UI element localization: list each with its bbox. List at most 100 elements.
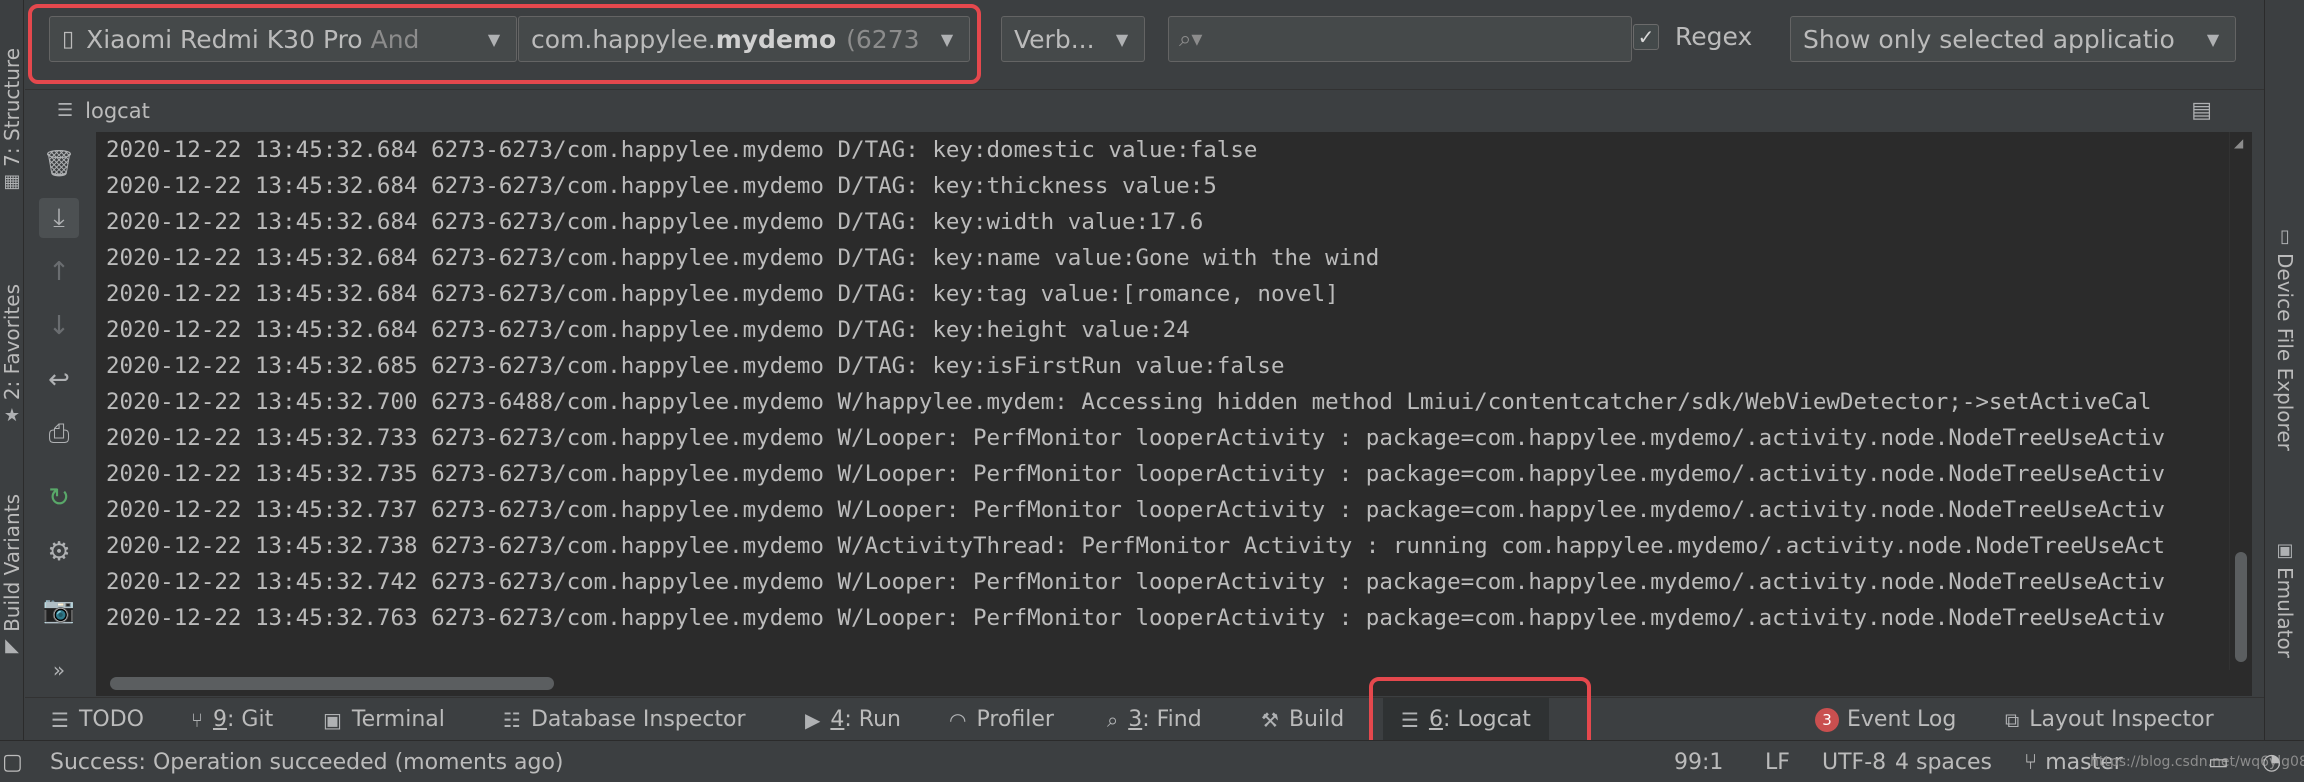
log-line[interactable]: 2020-12-22 13:45:32.684 6273-6273/com.ha… [96,168,2229,204]
favorites-tab[interactable]: 2: Favorites ★ [0,265,24,445]
log-line[interactable]: 2020-12-22 13:45:32.733 6273-6273/com.ha… [96,420,2229,456]
tab-todo[interactable]: ☰ TODO [51,698,144,741]
build-variants-tab[interactable]: Build Variants ◣ [0,480,24,670]
phone-icon: ▯ [62,26,75,52]
device-suffix: And [370,24,420,54]
toggle-tool-windows-icon[interactable]: ▢ [2,741,23,782]
log-line[interactable]: 2020-12-22 13:45:32.735 6273-6273/com.ha… [96,456,2229,492]
process-selector[interactable]: com.happylee. mydemo (6273 ▼ [518,16,970,62]
print-icon[interactable]: ⎙ [39,414,79,454]
layout-settings-icon[interactable]: ▤ [2191,98,2212,123]
log-line[interactable]: 2020-12-22 13:45:32.700 6273-6488/com.ha… [96,384,2229,420]
regex-checkbox[interactable]: ✓ [1633,23,1659,50]
hammer-icon: ⚒ [1261,707,1279,732]
lock-icon[interactable]: ▭ [2208,741,2229,782]
caret-position[interactable]: 99:1 [1674,741,1723,782]
horizontal-scrollbar[interactable] [96,670,2252,696]
log-line[interactable]: 2020-12-22 13:45:32.737 6273-6273/com.ha… [96,492,2229,528]
gear-icon[interactable]: ⚙ [39,532,79,572]
down-arrow-icon[interactable]: ↓ [39,306,79,346]
star-icon: ★ [3,404,21,426]
tab-event-log-label: Event Log [1847,707,1957,732]
tab-terminal[interactable]: ▣ Terminal [323,698,445,741]
tab-git[interactable]: ⑂ 9: Git [191,698,273,741]
structure-icon: ▦ [3,170,21,192]
tab-database-label: Database Inspector [530,707,746,732]
device-name: Xiaomi Redmi K30 Pro [86,24,363,54]
left-tool-strip: 7: Structure ▦ 2: Favorites ★ Build Vari… [0,0,24,740]
vertical-scrollbar[interactable]: ◢ [2229,132,2252,670]
vertical-scroll-thumb[interactable] [2235,552,2247,662]
log-output[interactable]: 2020-12-22 13:45:32.684 6273-6273/com.ha… [96,132,2229,670]
tab-terminal-label: Terminal [351,707,445,732]
horizontal-scroll-thumb[interactable] [110,677,554,690]
device-file-explorer-tab[interactable]: ▯ Device File Explorer [2265,226,2304,451]
notifications-icon[interactable]: ◔ [2262,741,2281,782]
log-level-selector[interactable]: Verb... ▼ [1001,16,1145,62]
git-branch-icon: ⑂ [2024,749,2038,775]
log-line[interactable]: 2020-12-22 13:45:32.738 6273-6273/com.ha… [96,528,2229,564]
search-field[interactable]: ⌕▾ [1168,16,1632,62]
tab-profiler-label: Profiler [976,707,1054,732]
filter-selector[interactable]: Show only selected applicatio ▼ [1790,16,2236,62]
scroll-to-end-icon[interactable]: ⤓ [39,198,79,238]
soft-wrap-icon[interactable]: ↩ [39,360,79,400]
tab-layout-inspector-label: Layout Inspector [2029,707,2214,732]
tab-event-log[interactable]: 3 Event Log [1815,698,1956,741]
clear-logcat-icon[interactable]: 🗑 [39,144,79,184]
status-message[interactable]: Success: Operation succeeded (moments ag… [50,741,564,782]
tab-build[interactable]: ⚒ Build [1261,698,1344,741]
file-encoding[interactable]: UTF-8 [1822,741,1886,782]
tab-layout-inspector[interactable]: ⧉ Layout Inspector [2005,698,2214,741]
line-separator[interactable]: LF [1765,741,1790,782]
tab-find-label: : Find [1142,707,1202,732]
tab-todo-label: TODO [78,707,144,732]
build-variants-icon: ◣ [5,635,19,657]
chevron-down-icon: ▼ [480,17,508,61]
logcat-panel-header: ☰ logcat ▤ [25,89,2264,131]
emulator-tab[interactable]: ▣ Emulator [2265,540,2304,658]
log-line[interactable]: 2020-12-22 13:45:32.684 6273-6273/com.ha… [96,312,2229,348]
search-icon: ⌕▾ [1179,26,1203,52]
tab-find-number: 3 [1128,707,1143,732]
tab-logcat-label: : Logcat [1442,707,1531,732]
logcat-actions: 🗑 ⤓ ↑ ↓ ↩ ⎙ ↻ ⚙ 📷 » [25,132,95,697]
log-line[interactable]: 2020-12-22 13:45:32.684 6273-6273/com.ha… [96,276,2229,312]
tab-database-inspector[interactable]: ☷ Database Inspector [503,698,746,741]
tab-profiler[interactable]: ◠ Profiler [949,698,1054,741]
tab-logcat[interactable]: ☰ 6: Logcat [1383,698,1549,741]
process-prefix: com.happylee. [531,24,716,54]
more-icon[interactable]: » [39,650,79,690]
log-line[interactable]: 2020-12-22 13:45:32.742 6273-6273/com.ha… [96,564,2229,600]
scroll-top-indicator: ◢ [2234,136,2244,150]
regex-toggle[interactable]: ✓ Regex [1633,22,1752,51]
log-line[interactable]: 2020-12-22 13:45:32.684 6273-6273/com.ha… [96,132,2229,168]
tab-logcat-number: 6 [1428,707,1443,732]
tab-run[interactable]: ▶ 4: Run [805,698,901,741]
up-arrow-icon[interactable]: ↑ [39,252,79,292]
list-icon: ☰ [51,707,69,732]
tab-git-label: : Git [227,707,274,732]
logcat-icon: ☰ [57,100,74,121]
tab-find[interactable]: ⌕ 3: Find [1107,698,1202,741]
log-line[interactable]: 2020-12-22 13:45:32.685 6273-6273/com.ha… [96,348,2229,384]
log-line[interactable]: 2020-12-22 13:45:32.763 6273-6273/com.ha… [96,600,2229,636]
search-input[interactable] [1210,26,1611,52]
favorites-tab-label: 2: Favorites [0,284,24,401]
indent-setting[interactable]: 4 spaces [1895,741,1992,782]
process-pid: (6273 [846,24,920,54]
tab-build-label: Build [1288,707,1345,732]
tool-window-bar: ☰ TODO ⑂ 9: Git ▣ Terminal ☷ Database In… [25,697,2264,741]
search-icon: ⌕ [1107,707,1119,732]
restart-icon[interactable]: ↻ [39,478,79,518]
layout-inspector-icon: ⧉ [2005,707,2020,732]
log-line[interactable]: 2020-12-22 13:45:32.684 6273-6273/com.ha… [96,204,2229,240]
chevron-down-icon: ▼ [2199,17,2227,61]
event-log-badge: 3 [1815,707,1839,732]
logcat-panel-title: logcat [85,98,150,123]
emulator-label: Emulator [2273,567,2297,658]
camera-icon[interactable]: 📷 [39,590,79,630]
log-line[interactable]: 2020-12-22 13:45:32.684 6273-6273/com.ha… [96,240,2229,276]
device-selector[interactable]: ▯ Xiaomi Redmi K30 Pro And ▼ [49,16,517,62]
structure-tab[interactable]: 7: Structure ▦ [0,20,24,220]
